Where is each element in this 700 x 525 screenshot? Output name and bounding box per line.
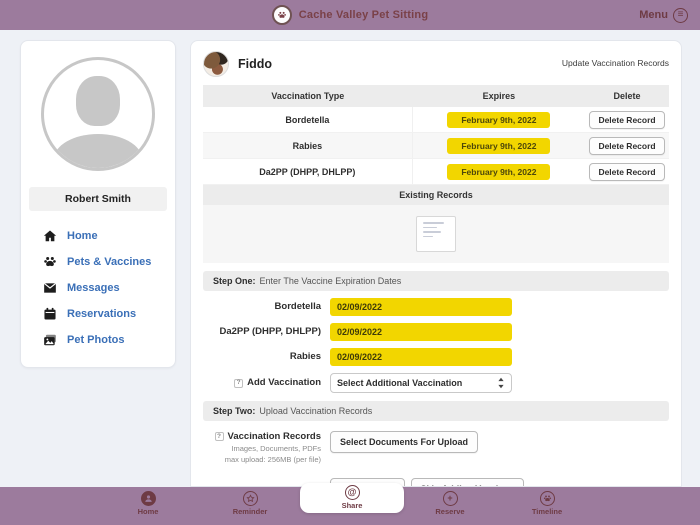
additional-vaccination-select[interactable]: Select Additional Vaccination (330, 373, 512, 393)
column-header-delete: Delete (585, 91, 669, 101)
pet-header: Fiddo Update Vaccination Records (203, 49, 669, 79)
bottomnav-timeline[interactable]: Timeline (512, 491, 582, 516)
document-thumbnail[interactable] (416, 216, 456, 252)
column-header-expires: Expires (413, 91, 585, 101)
paw-icon (43, 255, 57, 269)
paw-circle-icon (540, 491, 555, 506)
app-title: Cache Valley Pet Sitting (299, 9, 429, 21)
step-one-description: Enter The Vaccine Expiration Dates (260, 276, 402, 286)
vaccine-date-row: Rabies (203, 348, 669, 366)
sidebar-item-label: Pets & Vaccines (67, 256, 151, 268)
user-avatar (41, 57, 155, 171)
bottomnav-label: Reserve (435, 507, 464, 516)
delete-record-button[interactable]: Delete Record (589, 111, 664, 129)
sidebar-item-messages[interactable]: Messages (21, 275, 175, 301)
step-two-header: Step Two: Upload Vaccination Records (203, 401, 669, 421)
field-label-rabies: Rabies (203, 351, 321, 362)
vaccine-type: Da2PP (DHPP, DHLPP) (203, 159, 413, 184)
photos-icon (43, 333, 57, 347)
table-header: Vaccination Type Expires Delete (203, 85, 669, 107)
home-icon (43, 229, 57, 243)
form-actions: Save Record Skip Adding Vaccines (203, 478, 669, 487)
bottomnav-label: Home (138, 507, 159, 516)
plus-icon: + (443, 491, 458, 506)
sidebar-item-home[interactable]: Home (21, 223, 175, 249)
main-content: Fiddo Update Vaccination Records Vaccina… (190, 40, 682, 487)
sidebar-item-label: Reservations (67, 308, 136, 320)
select-documents-button[interactable]: Select Documents For Upload (330, 431, 478, 453)
bottomnav-home[interactable]: Home (113, 491, 183, 516)
select-stepper-icon (497, 377, 505, 389)
sidebar-item-pet-photos[interactable]: Pet Photos (21, 327, 175, 353)
sidebar-item-label: Pet Photos (67, 334, 124, 346)
brand: Cache Valley Pet Sitting (272, 5, 429, 25)
vaccination-table: Vaccination Type Expires Delete Bordetel… (203, 85, 669, 263)
select-value: Select Additional Vaccination (337, 378, 462, 388)
expires-date-badge[interactable]: February 9th, 2022 (447, 138, 550, 154)
vaccine-type: Rabies (203, 133, 413, 158)
field-label-bordetella: Bordetella (203, 301, 321, 312)
table-row: Da2PP (DHPP, DHLPP) February 9th, 2022 D… (203, 159, 669, 185)
skip-adding-vaccines-button[interactable]: Skip Adding Vaccines (411, 478, 524, 487)
bottomnav-active-card: @ Share (300, 483, 404, 513)
add-vaccination-text: Add Vaccination (247, 377, 321, 388)
existing-records-header: Existing Records (203, 185, 669, 205)
upload-hint-formats: Images, Documents, PDFs (203, 444, 321, 453)
page-title: Update Vaccination Records (562, 58, 669, 68)
add-vaccination-label: ? Add Vaccination (203, 377, 321, 388)
table-row: Rabies February 9th, 2022 Delete Record (203, 133, 669, 159)
field-label-da2pp: Da2PP (DHPP, DHLPP) (203, 326, 321, 337)
sidebar-item-label: Messages (67, 282, 120, 294)
envelope-icon (43, 281, 57, 295)
vaccination-records-label-col: ? Vaccination Records Images, Documents, … (203, 431, 321, 464)
sidebar-item-label: Home (67, 230, 98, 242)
bottomnav-label: Share (342, 501, 363, 510)
step-one-label: Step One: (213, 276, 256, 286)
app-logo-icon (272, 5, 292, 25)
table-row: Bordetella February 9th, 2022 Delete Rec… (203, 107, 669, 133)
expires-date-badge[interactable]: February 9th, 2022 (447, 112, 550, 128)
vaccine-type: Bordetella (203, 107, 413, 132)
bottomnav-share[interactable]: @ Share (300, 483, 404, 510)
add-vaccination-row: ? Add Vaccination Select Additional Vacci… (203, 373, 669, 393)
bottomnav-reserve[interactable]: + Reserve (415, 491, 485, 516)
vaccination-records-label: Vaccination Records (228, 431, 321, 442)
bottomnav-label: Timeline (532, 507, 562, 516)
pet-avatar (203, 51, 229, 77)
sidebar: Robert Smith Home Pets & Vaccines Messag… (20, 40, 176, 368)
upload-block: ? Vaccination Records Images, Documents, … (203, 431, 669, 464)
vaccine-date-row: Da2PP (DHPP, DHLPP) (203, 323, 669, 341)
bottom-nav-bar: Home Reminder @ Share + Reserve Timeline (0, 487, 700, 525)
help-icon[interactable]: ? (234, 379, 243, 388)
sidebar-item-reservations[interactable]: Reservations (21, 301, 175, 327)
share-icon: @ (345, 485, 360, 500)
calendar-icon (43, 307, 57, 321)
menu-label: Menu (639, 9, 668, 21)
step-one-header: Step One: Enter The Vaccine Expiration D… (203, 271, 669, 291)
step-two-label: Step Two: (213, 406, 255, 416)
bottomnav-reminder[interactable]: Reminder (215, 491, 285, 516)
help-icon[interactable]: ? (215, 432, 224, 441)
pet-name: Fiddo (238, 57, 272, 71)
rabies-date-input[interactable] (330, 348, 512, 366)
upload-hint-size: max upload: 256MB (per file) (203, 455, 321, 464)
user-name: Robert Smith (29, 187, 167, 211)
da2pp-date-input[interactable] (330, 323, 512, 341)
delete-record-button[interactable]: Delete Record (589, 163, 664, 181)
existing-records-panel (203, 205, 669, 263)
top-app-bar: Cache Valley Pet Sitting Menu ≡ (0, 0, 700, 30)
step-two-description: Upload Vaccination Records (259, 406, 372, 416)
delete-record-button[interactable]: Delete Record (589, 137, 664, 155)
bottomnav-label: Reminder (233, 507, 268, 516)
hamburger-icon: ≡ (673, 8, 688, 23)
menu-button[interactable]: Menu ≡ (639, 0, 688, 30)
vaccine-date-row: Bordetella (203, 298, 669, 316)
column-header-type: Vaccination Type (203, 91, 413, 101)
star-icon (243, 491, 258, 506)
person-icon (141, 491, 156, 506)
bordetella-date-input[interactable] (330, 298, 512, 316)
expires-date-badge[interactable]: February 9th, 2022 (447, 164, 550, 180)
sidebar-item-pets-vaccines[interactable]: Pets & Vaccines (21, 249, 175, 275)
